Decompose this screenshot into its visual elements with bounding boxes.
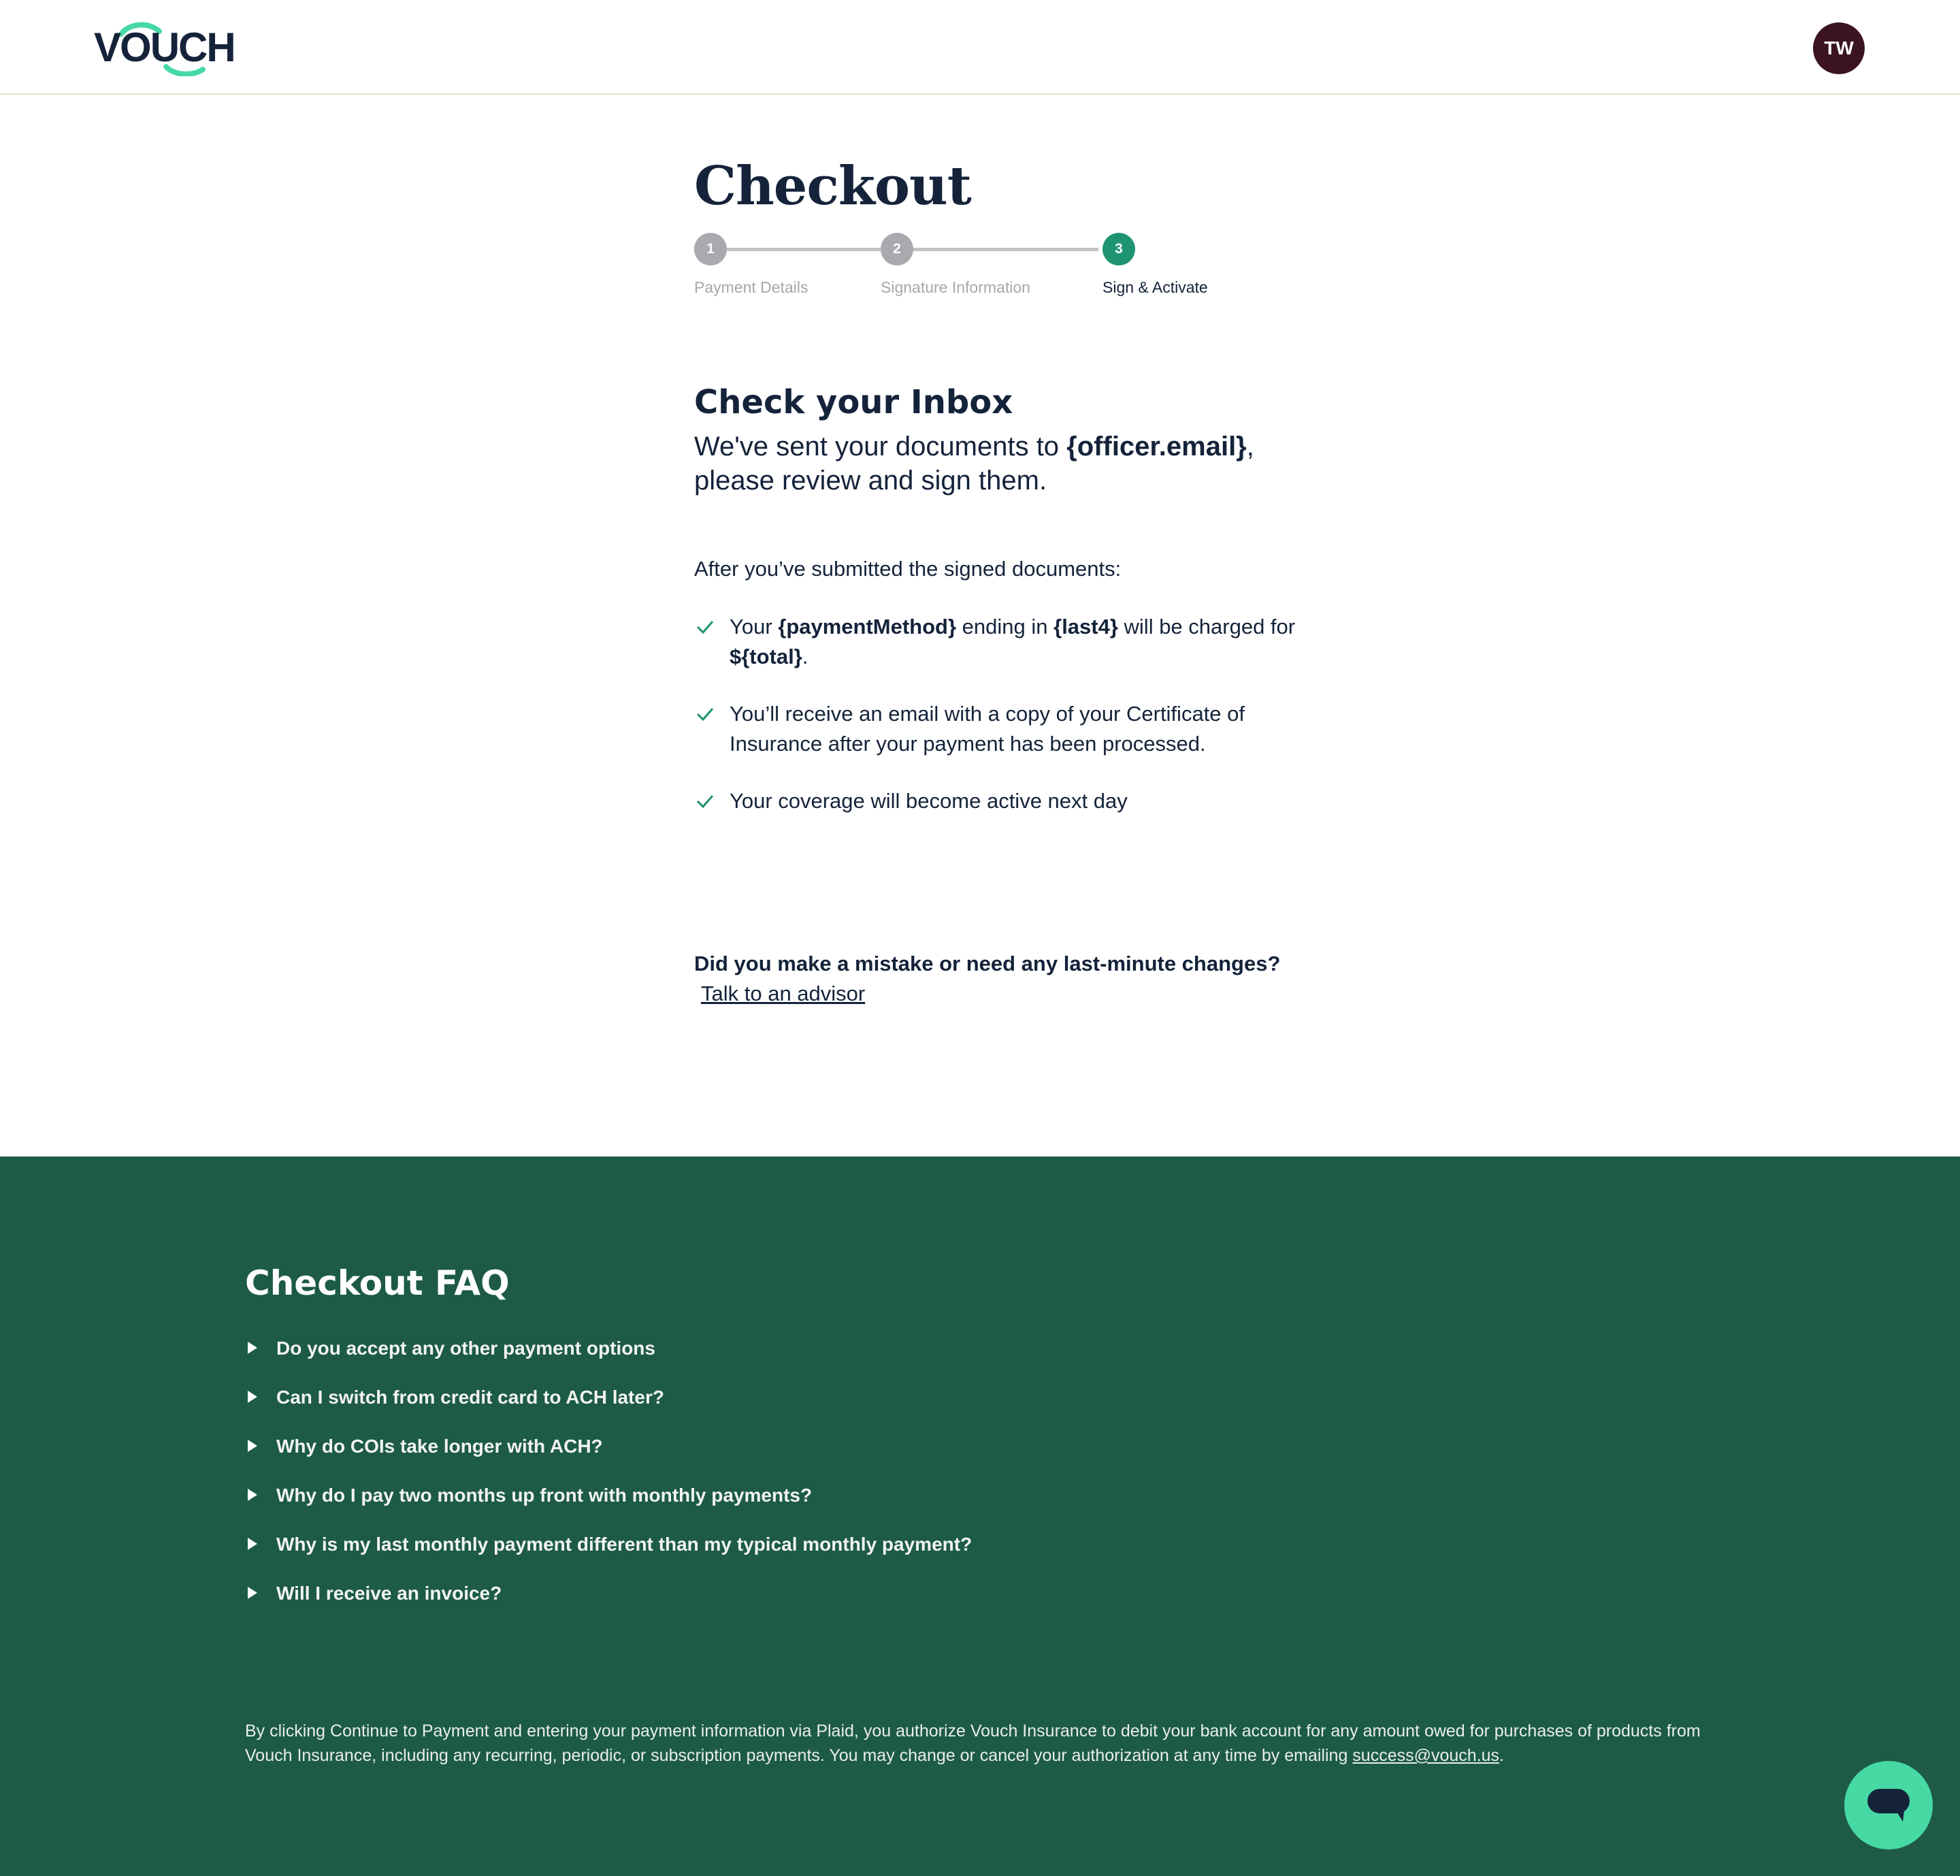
step-1-label: Payment Details — [694, 278, 808, 296]
step-connector-1 — [727, 248, 881, 251]
legal-end: . — [1499, 1746, 1504, 1765]
step-2-dot: 2 — [881, 233, 913, 265]
faq-item[interactable]: Can I switch from credit card to ACH lat… — [245, 1387, 972, 1436]
faq-item[interactable]: Do you accept any other payment options — [245, 1338, 972, 1387]
faq-footer: Checkout FAQ Do you accept any other pay… — [0, 1157, 1960, 1876]
faq-list: Do you accept any other payment options … — [245, 1338, 972, 1632]
list-item: You’ll receive an email with a copy of y… — [694, 699, 1307, 759]
faq-question: Can I switch from credit card to ACH lat… — [276, 1387, 664, 1408]
help-prompt: Did you make a mistake or need any last-… — [694, 949, 1307, 1009]
chat-bubble-icon — [1867, 1789, 1910, 1822]
list-item: Your {paymentMethod} ending in {last4} w… — [694, 612, 1307, 672]
chat-button[interactable] — [1844, 1761, 1933, 1849]
after-intro: After you’ve submitted the signed docume… — [694, 557, 1122, 581]
officer-email-var: {officer.email} — [1066, 432, 1247, 462]
faq-item[interactable]: Why is my last monthly payment different… — [245, 1534, 972, 1583]
step-connector-2 — [913, 248, 1098, 251]
help-question: Did you make a mistake or need any last-… — [694, 952, 1281, 975]
top-header: VOUCH TW — [0, 0, 1960, 95]
inbox-text-before: We've sent your documents to — [694, 432, 1067, 462]
check-icon — [696, 621, 714, 634]
triangle-right-icon — [248, 1440, 257, 1452]
charge-text-3: will be charged for — [1117, 615, 1296, 638]
faq-heading: Checkout FAQ — [245, 1263, 510, 1303]
inbox-heading: Check your Inbox — [694, 383, 1013, 421]
faq-question: Do you accept any other payment options — [276, 1338, 655, 1359]
last4-var: {last4} — [1054, 615, 1118, 638]
faq-item[interactable]: Will I receive an invoice? — [245, 1583, 972, 1632]
step-1-dot: 1 — [694, 233, 727, 265]
support-email-link[interactable]: success@vouch.us — [1352, 1746, 1499, 1765]
vouch-logo[interactable]: VOUCH — [94, 19, 236, 76]
charge-text-1: Your — [730, 615, 779, 638]
faq-item[interactable]: Why do COIs take longer with ACH? — [245, 1436, 972, 1485]
charge-text-2: ending in — [956, 615, 1054, 638]
legal-disclaimer: By clicking Continue to Payment and ente… — [245, 1719, 1715, 1768]
triangle-right-icon — [248, 1587, 257, 1599]
talk-to-advisor-link[interactable]: Talk to an advisor — [701, 982, 865, 1005]
inbox-message: We've sent your documents to {officer.em… — [694, 430, 1307, 498]
step-2-label: Signature Information — [881, 278, 1030, 296]
check-icon — [696, 708, 714, 722]
triangle-right-icon — [248, 1342, 257, 1354]
triangle-right-icon — [248, 1489, 257, 1501]
coi-email-text: You’ll receive an email with a copy of y… — [730, 702, 1245, 756]
faq-question: Will I receive an invoice? — [276, 1583, 502, 1604]
step-3-label: Sign & Activate — [1102, 278, 1208, 296]
list-item: Your coverage will become active next da… — [694, 786, 1307, 816]
page-title: Checkout — [694, 155, 972, 217]
step-3-dot: 3 — [1102, 233, 1135, 265]
checkout-stepper: 1 2 3 Payment Details Signature Informat… — [694, 233, 1239, 308]
after-checklist: Your {paymentMethod} ending in {last4} w… — [694, 612, 1307, 843]
faq-question: Why is my last monthly payment different… — [276, 1534, 973, 1555]
coverage-active-text: Your coverage will become active next da… — [730, 789, 1128, 813]
user-avatar[interactable]: TW — [1813, 22, 1865, 74]
triangle-right-icon — [248, 1391, 257, 1403]
faq-item[interactable]: Why do I pay two months up front with mo… — [245, 1485, 972, 1534]
payment-method-var: {paymentMethod} — [778, 615, 957, 638]
triangle-right-icon — [248, 1538, 257, 1550]
faq-question: Why do I pay two months up front with mo… — [276, 1485, 813, 1506]
logo-text: VOUCH — [94, 25, 236, 70]
faq-question: Why do COIs take longer with ACH? — [276, 1436, 603, 1457]
total-var: ${total} — [730, 645, 802, 668]
charge-text-4: . — [802, 645, 808, 668]
check-icon — [696, 795, 714, 809]
